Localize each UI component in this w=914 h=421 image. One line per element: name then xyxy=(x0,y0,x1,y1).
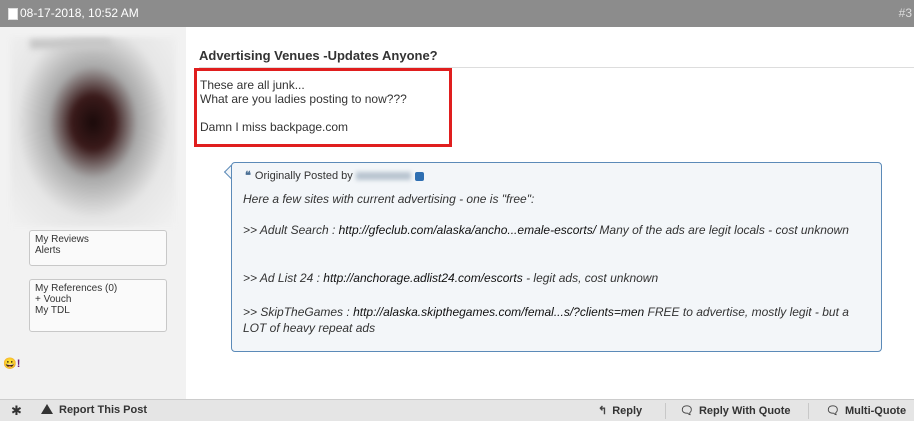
quote-line: >> SkipTheGames : http://alaska.skiptheg… xyxy=(243,305,849,335)
quote-line: >> Ad List 24 : http://anchorage.adlist2… xyxy=(243,271,659,285)
my-tdl-link[interactable]: My TDL xyxy=(35,305,161,316)
my-reviews-link[interactable]: My Reviews xyxy=(35,234,161,245)
avatar[interactable] xyxy=(10,37,176,227)
view-post-icon[interactable] xyxy=(414,171,424,181)
quote-icon: ❝ xyxy=(245,170,251,182)
post-title: Advertising Venues -Updates Anyone? xyxy=(199,48,438,63)
reply-with-quote-button[interactable]: 🗨 Reply With Quote xyxy=(680,404,791,417)
user-links-box: My Reviews Alerts xyxy=(29,230,167,266)
my-references-link[interactable]: My References (0) xyxy=(35,283,161,294)
quote-block: ❝ Originally Posted by Here a few sites w… xyxy=(231,162,882,352)
report-post-button[interactable]: Report This Post xyxy=(41,404,147,416)
post-number-link[interactable]: #3 xyxy=(899,6,912,20)
multi-quote-icon: 🗨 xyxy=(826,405,840,417)
highlight-box xyxy=(194,68,452,147)
reply-button[interactable]: ↰ Reply xyxy=(598,404,642,417)
post-footer: ✱ Report This Post ↰ Reply 🗨 Reply With Qu… xyxy=(0,399,914,421)
quote-link[interactable]: http://gfeclub.com/alaska/ancho...emale-… xyxy=(339,223,596,237)
multi-quote-button[interactable]: 🗨 Multi-Quote xyxy=(826,404,906,417)
quote-link[interactable]: http://alaska.skipthegames.com/femal...s… xyxy=(353,305,644,319)
username[interactable] xyxy=(30,39,110,49)
warning-icon xyxy=(41,404,53,414)
quote-line: >> Adult Search : http://gfeclub.com/ala… xyxy=(243,223,849,237)
quote-link[interactable]: http://anchorage.adlist24.com/escorts xyxy=(323,271,522,285)
quote-label: Originally Posted by xyxy=(254,170,353,182)
user-sidebar: My Reviews Alerts My References (0) + Vo… xyxy=(0,27,186,399)
quote-header: ❝ Originally Posted by xyxy=(245,169,424,182)
document-icon xyxy=(8,8,18,20)
vouch-link[interactable]: + Vouch xyxy=(35,294,161,305)
reply-arrow-icon: ↰ xyxy=(598,405,608,417)
star-icon[interactable]: ✱ xyxy=(11,403,22,419)
post-header-bar: 08-17-2018, 10:52 AM #3 xyxy=(0,0,914,27)
alerts-link[interactable]: Alerts xyxy=(35,245,161,256)
speech-bubble-icon: 🗨 xyxy=(680,405,694,417)
post-date: 08-17-2018, 10:52 AM xyxy=(20,6,139,20)
yahoo-messenger-icon[interactable]: 😀! xyxy=(3,357,20,370)
post-content: Advertising Venues -Updates Anyone? Thes… xyxy=(186,27,914,399)
quote-line: Here a few sites with current advertisin… xyxy=(243,192,535,206)
user-references-box: My References (0) + Vouch My TDL xyxy=(29,279,167,332)
quoted-username[interactable] xyxy=(355,172,411,181)
